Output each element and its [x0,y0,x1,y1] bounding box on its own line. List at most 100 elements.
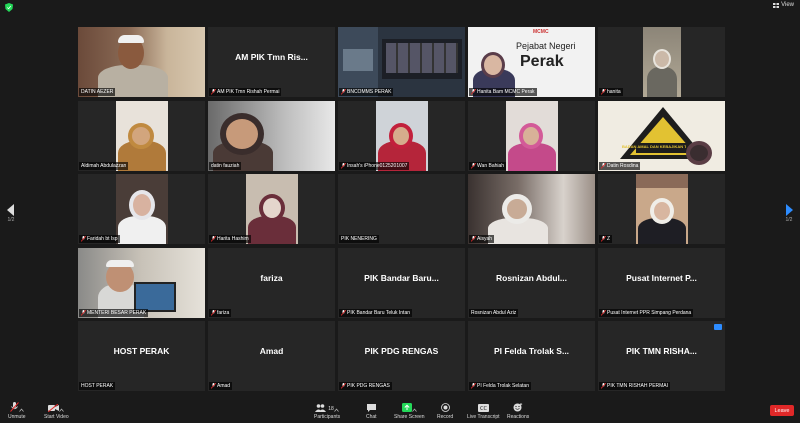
participant-name-label: Wan Bahiah [469,161,507,170]
participant-name-label: PIK TMN RISHAH PERMAI [599,382,671,390]
live-transcript-button[interactable]: CC Live Transcript [467,402,500,420]
participant-name: Rosnizan Abdul... [496,272,567,283]
participant-video: MCMC Pejabat Negeri Perak [468,27,595,97]
participant-video [78,247,205,318]
meeting-toolbar: Unmute Start Video 18 Participants Chat … [0,398,800,423]
participant-name: HOST PERAK [113,346,170,356]
video-tile[interactable]: PIK NENERING [338,174,465,244]
video-tile[interactable]: AM PIK Tmn Ris... AM PIK Tmn Rishah Perm… [208,27,335,97]
smiley-icon [513,403,523,412]
video-off-icon [48,404,60,412]
record-icon [440,403,450,412]
participant-name-label: Amad [209,382,233,390]
leave-button[interactable]: Leave [770,405,794,416]
mic-muted-icon [601,236,606,242]
mic-muted-icon [81,309,86,316]
participant-video [78,27,205,97]
participant-name-label: Faridah bt Isp [79,235,120,243]
participant-name-label: Z [599,235,613,243]
participant-name-label: PI Felda Trolak Selatan [469,382,531,390]
participant-name: Pusat Internet P... [626,272,697,283]
cc-icon: CC [477,404,489,412]
participant-name-label: MENTERI BESAR PERAK [79,308,149,317]
participants-icon [315,404,327,412]
participant-name-label: PIK NENERING [339,235,379,243]
mic-muted-icon [601,383,606,389]
participant-video [116,100,168,171]
video-tile[interactable]: Rosnizan Abdul... Rosnizan Abdul Aziz [468,247,595,318]
participant-name-label: AM PIK Tmn Rishah Permai [209,88,282,96]
share-screen-button[interactable]: Share Screen [394,402,425,420]
video-tile[interactable]: MCMC Pejabat Negeri Perak Hanita Bam MCM… [468,27,595,97]
banner-text: BADAN AMAL DAN KEBAJIKAN TERI NEGERI [622,143,686,149]
participant-name-label: Aldimah Abdulazzan [79,161,129,170]
mic-muted-icon [601,309,606,316]
video-tile[interactable]: PIK Bandar Baru... PIK Bandar Baru Teluk… [338,247,465,318]
mic-muted-icon [601,162,606,169]
video-tile[interactable]: Amad Amad [208,321,335,391]
slide-title-line1: Pejabat Negeri [516,41,576,51]
chevron-left-icon [7,204,14,216]
participant-name: PI Felda Trolak S... [493,346,570,356]
video-tile[interactable]: Harita Hashim [208,174,335,244]
participant-name-label: DATIN AEZER [79,88,116,96]
share-screen-icon [401,403,412,412]
video-tile[interactable]: PIK TMN RISHA... PIK TMN RISHAH PERMAI [598,321,725,391]
video-tile[interactable]: MENTERI BESAR PERAK [78,247,205,318]
chevron-up-icon[interactable] [412,408,417,412]
chat-button[interactable]: Chat [366,402,377,420]
participant-name: PIK Bandar Baru... [364,272,439,283]
view-button[interactable]: View [773,2,794,8]
video-tile[interactable]: hanita [598,27,725,97]
shield-icon[interactable] [5,3,13,12]
chevron-up-icon[interactable] [59,408,65,412]
video-tile[interactable]: datin fauziah [208,100,335,171]
participant-name-label: PIK PDG RENGAS [339,382,392,390]
unmute-button[interactable]: Unmute [8,402,26,420]
video-tile[interactable]: PI Felda Trolak S... PI Felda Trolak Sel… [468,321,595,391]
participant-name-label: hanita [599,88,623,96]
participant-name: fariza [260,272,283,283]
video-tile[interactable]: fariza fariza [208,247,335,318]
participant-name-label: HOST PERAK [79,382,116,390]
participants-button[interactable]: 18 Participants [314,402,340,420]
video-tile[interactable]: Insah's iPhone0125201007 [338,100,465,171]
view-label: View [781,2,794,8]
next-page-button[interactable]: 1/2 [782,204,796,224]
video-tile[interactable]: Aldimah Abdulazzan [78,100,205,171]
video-tile[interactable]: Z [598,174,725,244]
video-tile[interactable]: BADAN AMAL DAN KEBAJIKAN TERI NEGERI Dat… [598,100,725,171]
mic-muted-icon [341,162,346,169]
participant-name: PIK TMN RISHA... [626,346,697,356]
video-tile[interactable]: PIK PDG RENGAS PIK PDG RENGAS [338,321,465,391]
mic-muted-icon [211,236,216,242]
previous-page-button[interactable]: 1/2 [4,204,18,224]
video-tile[interactable]: BNCOMMS PERAK [338,27,465,97]
video-tile[interactable]: Faridah bt Isp [78,174,205,244]
video-tile[interactable]: HOST PERAK HOST PERAK [78,321,205,391]
participant-video [116,174,168,244]
participant-name-label: Pusat Internet PPR Simpang Perdana [599,308,694,317]
participant-video [636,174,688,244]
video-tile[interactable]: Wan Bahiah [468,100,595,171]
video-tile[interactable]: Aisyah [468,174,595,244]
video-tile[interactable]: DATIN AEZER [78,27,205,97]
chat-icon [366,404,376,412]
chevron-up-icon[interactable] [334,408,339,412]
participant-video [506,100,558,171]
record-button[interactable]: Record [437,402,453,420]
participant-name-label: Rosnizan Abdul Aziz [469,308,519,317]
video-tile[interactable]: Pusat Internet P... Pusat Internet PPR S… [598,247,725,318]
mic-muted-icon [341,309,346,316]
laptop [134,281,176,312]
participant-name-label: BNCOMMS PERAK [339,88,394,96]
participant-name-label: PIK Bandar Baru Teluk Intan [339,308,413,317]
mic-muted-icon [211,309,216,316]
chevron-up-icon[interactable] [18,408,24,412]
start-video-button[interactable]: Start Video [44,402,69,420]
participant-name: Amad [259,346,284,356]
gallery-grid: DATIN AEZER AM PIK Tmn Ris... AM PIK Tmn… [78,27,725,395]
participant-video [468,174,595,244]
reactions-button[interactable]: Reactions [507,402,529,420]
mic-muted-icon [211,89,216,95]
